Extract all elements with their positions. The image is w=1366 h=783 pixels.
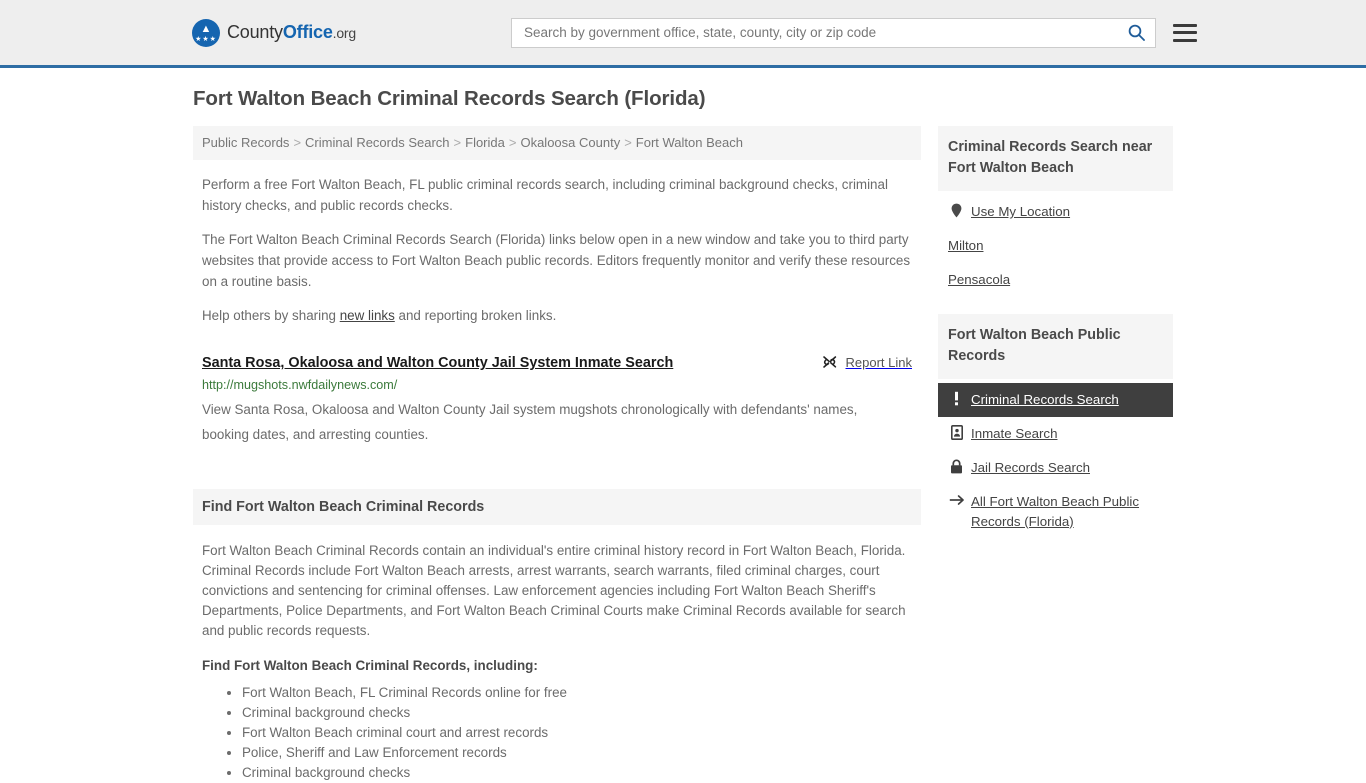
exclamation-icon bbox=[948, 390, 965, 406]
brand-part-county: County bbox=[227, 22, 283, 42]
hamburger-menu-icon[interactable] bbox=[1172, 23, 1197, 42]
page-title: Fort Walton Beach Criminal Records Searc… bbox=[193, 87, 706, 110]
breadcrumb-item-fort-walton-beach[interactable]: Fort Walton Beach bbox=[636, 135, 743, 150]
search-box[interactable] bbox=[510, 17, 1156, 48]
intro-paragraph-3: Help others by sharing new links and rep… bbox=[193, 305, 921, 326]
breadcrumb-item-criminal-records-search[interactable]: Criminal Records Search bbox=[305, 135, 450, 150]
public-records-card-body: Criminal Records Search Inmate Search Ja… bbox=[938, 379, 1173, 539]
public-records-card: Fort Walton Beach Public Records Crimina… bbox=[938, 314, 1173, 539]
find-records-paragraph: Fort Walton Beach Criminal Records conta… bbox=[202, 543, 906, 638]
sidebar: Criminal Records Search near Fort Walton… bbox=[938, 126, 1173, 556]
arrow-right-icon bbox=[948, 492, 965, 507]
hamburger-bar bbox=[1172, 23, 1197, 27]
hamburger-bar bbox=[1172, 31, 1197, 34]
stars-icon: ★★★ bbox=[195, 35, 217, 43]
list-item: Criminal background checks bbox=[242, 763, 912, 783]
result-header-row: Santa Rosa, Okaloosa and Walton County J… bbox=[202, 353, 912, 373]
intro-p3-before: Help others by sharing bbox=[202, 308, 340, 323]
map-pin-icon bbox=[948, 202, 965, 218]
sidebar-item-label: Inmate Search bbox=[971, 426, 1058, 441]
sidebar-item-all-public-records[interactable]: All Fort Walton Beach Public Records (Fl… bbox=[938, 485, 1173, 539]
intro-paragraph-2: The Fort Walton Beach Criminal Records S… bbox=[202, 232, 911, 289]
result-title-link[interactable]: Santa Rosa, Okaloosa and Walton County J… bbox=[202, 353, 673, 373]
find-records-section-body: Fort Walton Beach Criminal Records conta… bbox=[193, 541, 921, 783]
brand-part-office: Office bbox=[282, 22, 333, 42]
find-records-section-header: Find Fort Walton Beach Criminal Records bbox=[193, 489, 921, 525]
find-records-bullet-list: Fort Walton Beach, FL Criminal Records o… bbox=[202, 683, 912, 783]
brand-part-org: .org bbox=[332, 25, 357, 41]
breadcrumb: Public Records > Criminal Records Search > F… bbox=[193, 126, 921, 160]
hamburger-bar bbox=[1172, 38, 1197, 42]
county-office-logo-icon: ▲ ★★★ bbox=[192, 18, 220, 47]
sidebar-item-label: Jail Records Search bbox=[971, 460, 1090, 475]
breadcrumb-item-okaloosa-county[interactable]: Okaloosa County bbox=[520, 135, 620, 150]
sidebar-item-label: Pensacola bbox=[948, 272, 1011, 287]
list-item: Criminal background checks bbox=[242, 703, 912, 723]
sidebar-item-jail-records-search[interactable]: Jail Records Search bbox=[938, 451, 1173, 485]
page-container: Fort Walton Beach Criminal Records Searc… bbox=[193, 68, 1173, 783]
sidebar-item-label: Use My Location bbox=[971, 204, 1071, 219]
content-columns: Public Records > Criminal Records Search > F… bbox=[193, 126, 1173, 783]
broken-link-icon bbox=[821, 354, 838, 370]
search-area bbox=[510, 17, 1197, 48]
intro-text: Perform a free Fort Walton Beach, FL pub… bbox=[193, 174, 921, 326]
search-input[interactable] bbox=[521, 17, 1127, 48]
sidebar-item-milton[interactable]: Milton bbox=[938, 229, 1173, 263]
nearby-search-card-header: Criminal Records Search near Fort Walton… bbox=[938, 126, 1173, 191]
list-item: Police, Sheriff and Law Enforcement reco… bbox=[242, 743, 912, 763]
nearby-search-card: Criminal Records Search near Fort Walton… bbox=[938, 126, 1173, 297]
id-badge-icon bbox=[948, 424, 965, 440]
public-records-card-header: Fort Walton Beach Public Records bbox=[938, 314, 1173, 379]
result-description: View Santa Rosa, Okaloosa and Walton Cou… bbox=[202, 402, 858, 442]
result-url: http://mugshots.nwfdailynews.com/ bbox=[202, 378, 398, 392]
report-link-label: Report Link bbox=[845, 354, 912, 370]
search-icon[interactable] bbox=[1127, 23, 1147, 43]
sidebar-item-pensacola[interactable]: Pensacola bbox=[938, 263, 1173, 297]
main-content: Public Records > Criminal Records Search > F… bbox=[193, 126, 921, 783]
breadcrumb-separator: > bbox=[293, 135, 302, 150]
breadcrumb-item-florida[interactable]: Florida bbox=[465, 135, 505, 150]
intro-p3-after: and reporting broken links. bbox=[394, 308, 557, 323]
sidebar-item-inmate-search[interactable]: Inmate Search bbox=[938, 417, 1173, 451]
padlock-icon bbox=[948, 458, 965, 474]
breadcrumb-separator: > bbox=[508, 135, 517, 150]
list-item: Fort Walton Beach criminal court and arr… bbox=[242, 723, 912, 743]
new-links-link[interactable]: new links bbox=[340, 308, 395, 323]
breadcrumb-separator: > bbox=[624, 135, 632, 150]
sidebar-item-label: All Fort Walton Beach Public Records (Fl… bbox=[971, 494, 1140, 529]
site-header: ▲ ★★★ CountyOffice.org bbox=[0, 0, 1366, 68]
sidebar-item-label: Criminal Records Search bbox=[971, 392, 1119, 407]
intro-paragraph-1: Perform a free Fort Walton Beach, FL pub… bbox=[202, 177, 888, 213]
find-records-subheading: Find Fort Walton Beach Criminal Records,… bbox=[202, 658, 538, 673]
breadcrumb-item-public-records[interactable]: Public Records bbox=[202, 135, 289, 150]
report-link-button[interactable]: Report Link bbox=[821, 353, 912, 370]
list-item: Fort Walton Beach, FL Criminal Records o… bbox=[242, 683, 912, 703]
nearby-search-card-body: Use My Location Milton Pensacola bbox=[938, 191, 1173, 297]
sidebar-item-criminal-records-search[interactable]: Criminal Records Search bbox=[938, 383, 1173, 417]
sidebar-item-label: Milton bbox=[948, 238, 984, 253]
site-logo[interactable]: ▲ ★★★ CountyOffice.org bbox=[192, 18, 356, 47]
brand-text: CountyOffice.org bbox=[227, 22, 356, 43]
breadcrumb-separator: > bbox=[453, 135, 462, 150]
search-result-item: Santa Rosa, Okaloosa and Walton County J… bbox=[193, 353, 921, 447]
eagle-icon: ▲ bbox=[200, 22, 212, 35]
sidebar-item-use-my-location[interactable]: Use My Location bbox=[938, 195, 1173, 229]
